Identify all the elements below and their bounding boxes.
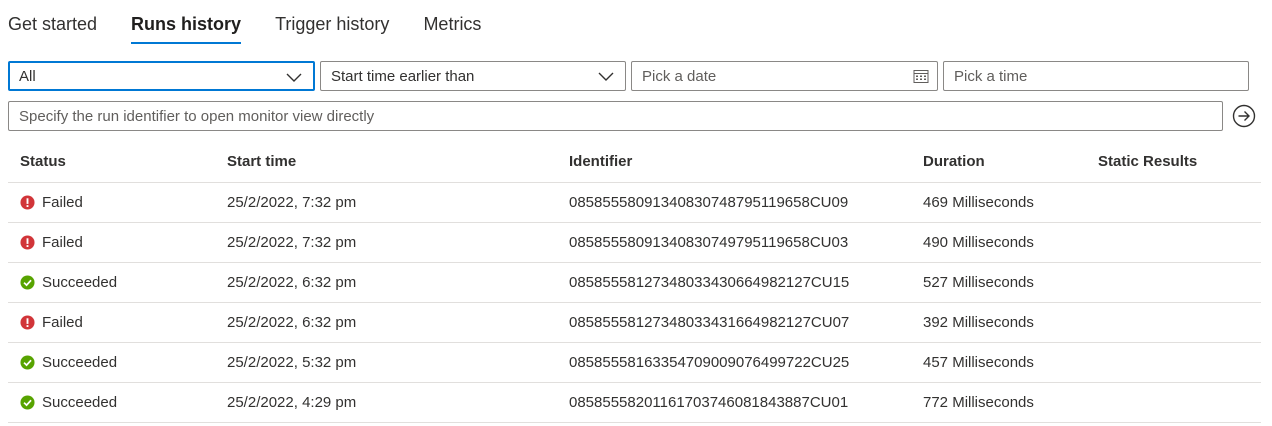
checkmark-circle-icon: [20, 395, 35, 410]
static-results-cell: [1086, 222, 1261, 263]
runs-table: Status Start time Identifier Duration St…: [8, 140, 1261, 423]
calendar-icon[interactable]: [913, 69, 929, 83]
table-row[interactable]: Succeeded 25/2/2022, 5:32 pm 0858555816335…: [8, 342, 1261, 383]
static-results-cell: [1086, 382, 1261, 423]
start-time-cell: 25/2/2022, 7:32 pm: [215, 182, 557, 223]
error-circle-icon: [20, 195, 35, 210]
static-results-cell: [1086, 262, 1261, 303]
column-header-identifier[interactable]: Identifier: [557, 140, 911, 183]
status-filter-value: All: [19, 68, 36, 85]
start-time-cell: 25/2/2022, 6:32 pm: [215, 302, 557, 343]
column-header-status[interactable]: Status: [8, 140, 215, 183]
status-text: Failed: [42, 314, 83, 331]
status-filter-dropdown[interactable]: All: [8, 61, 315, 91]
status-text: Failed: [42, 194, 83, 211]
status-text: Succeeded: [42, 354, 118, 371]
duration-cell: 469 Milliseconds: [911, 182, 1086, 223]
start-time-cell: 25/2/2022, 6:32 pm: [215, 262, 557, 303]
status-cell: Succeeded: [8, 262, 215, 303]
status-cell: Failed: [8, 302, 215, 343]
status-cell: Failed: [8, 182, 215, 223]
duration-cell: 490 Milliseconds: [911, 222, 1086, 263]
identifier-cell: 08585558127348033430664982127CU15: [557, 262, 911, 303]
status-text: Succeeded: [42, 274, 118, 291]
start-time-cell: 25/2/2022, 4:29 pm: [215, 382, 557, 423]
status-cell: Succeeded: [8, 382, 215, 423]
duration-cell: 457 Milliseconds: [911, 342, 1086, 383]
table-row[interactable]: Failed 25/2/2022, 6:32 pm 0858555812734803…: [8, 302, 1261, 343]
checkmark-circle-icon: [20, 275, 35, 290]
table-row[interactable]: Failed 25/2/2022, 7:32 pm 0858555809134083…: [8, 182, 1261, 223]
identifier-cell: 08585558201161703746081843887CU01: [557, 382, 911, 423]
start-time-cell: 25/2/2022, 5:32 pm: [215, 342, 557, 383]
column-header-duration[interactable]: Duration: [911, 140, 1086, 183]
identifier-cell: 08585558091340830748795119658CU09: [557, 182, 911, 223]
static-results-cell: [1086, 182, 1261, 223]
time-picker[interactable]: Pick a time: [943, 61, 1249, 91]
identifier-cell: 08585558127348033431664982127CU07: [557, 302, 911, 343]
table-row[interactable]: Succeeded 25/2/2022, 6:32 pm 0858555812734…: [8, 262, 1261, 303]
static-results-cell: [1086, 342, 1261, 383]
start-time-cell: 25/2/2022, 7:32 pm: [215, 222, 557, 263]
tab-trigger-history[interactable]: Trigger history: [275, 0, 389, 48]
duration-cell: 772 Milliseconds: [911, 382, 1086, 423]
date-picker-placeholder: Pick a date: [642, 68, 717, 85]
tab-runs-history[interactable]: Runs history: [131, 0, 242, 48]
tab-get-started[interactable]: Get started: [8, 0, 97, 48]
column-header-start-time[interactable]: Start time: [215, 140, 557, 183]
duration-cell: 527 Milliseconds: [911, 262, 1086, 303]
status-text: Succeeded: [42, 394, 118, 411]
time-filter-dropdown[interactable]: Start time earlier than: [320, 61, 626, 91]
run-identifier-placeholder: Specify the run identifier to open monit…: [19, 108, 375, 125]
tab-bar: Get started Runs history Trigger history…: [8, 0, 515, 48]
duration-cell: 392 Milliseconds: [911, 302, 1086, 343]
table-header-row: Status Start time Identifier Duration St…: [8, 140, 1261, 183]
column-header-static-results[interactable]: Static Results: [1086, 140, 1261, 183]
identifier-cell: 08585558163354709009076499722CU25: [557, 342, 911, 383]
error-circle-icon: [20, 235, 35, 250]
time-picker-placeholder: Pick a time: [954, 68, 1028, 85]
status-cell: Failed: [8, 222, 215, 263]
time-filter-value: Start time earlier than: [331, 68, 475, 85]
status-text: Failed: [42, 234, 83, 251]
identifier-cell: 08585558091340830749795119658CU03: [557, 222, 911, 263]
table-row[interactable]: Succeeded 25/2/2022, 4:29 pm 0858555820116…: [8, 382, 1261, 423]
static-results-cell: [1086, 302, 1261, 343]
chevron-down-icon: [598, 72, 614, 81]
run-identifier-input[interactable]: Specify the run identifier to open monit…: [8, 101, 1223, 131]
table-row[interactable]: Failed 25/2/2022, 7:32 pm 0858555809134083…: [8, 222, 1261, 263]
arrow-right-circle-icon[interactable]: [1232, 104, 1256, 128]
chevron-down-icon: [286, 73, 302, 82]
error-circle-icon: [20, 315, 35, 330]
tab-metrics[interactable]: Metrics: [423, 0, 481, 48]
status-cell: Succeeded: [8, 342, 215, 383]
date-picker[interactable]: Pick a date: [631, 61, 938, 91]
checkmark-circle-icon: [20, 355, 35, 370]
